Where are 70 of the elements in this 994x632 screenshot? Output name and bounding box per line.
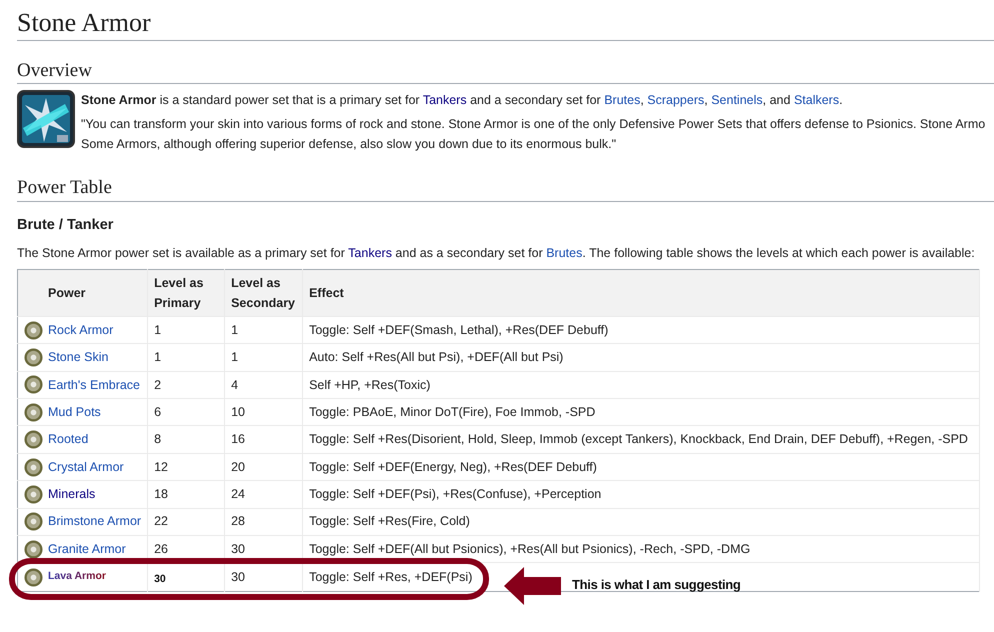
power-icon	[24, 430, 43, 450]
table-cell: 2	[148, 371, 225, 399]
table-cell: Toggle: PBAoE, Minor DoT(Fire), Foe Immob, -SPD	[302, 398, 980, 426]
table-cell: 18	[148, 480, 225, 508]
link[interactable]: Tankers	[422, 93, 467, 108]
table-cell: Toggle: Self +Res(Fire, Cold)	[302, 508, 980, 536]
table-cell: 12	[148, 453, 225, 481]
table-cell: 6	[148, 398, 225, 426]
table-cell: 8	[148, 426, 225, 454]
link[interactable]: Sentinels	[711, 93, 763, 108]
power-link[interactable]: Earth's Embrace	[48, 376, 140, 394]
table-cell: 24	[224, 480, 303, 508]
power-icon	[24, 512, 43, 532]
link[interactable]: Brutes	[546, 246, 582, 260]
table-cell: Self +HP, +Res(Toxic)	[302, 371, 980, 399]
annotation-text: This is what I am suggesting	[572, 576, 741, 594]
table-cell: Toggle: Self +DEF(Psi), +Res(Confuse), +Perception	[302, 480, 980, 508]
power-link[interactable]: Minerals	[48, 485, 96, 504]
table-cell: Toggle: Self +DEF(Energy, Neg), +Res(DEF Debuff)	[302, 453, 980, 481]
section-heading: Overview	[17, 58, 92, 83]
quote-line: "You can transform your skin into various forms of rock and stone. Stone Armor is one of the only Defensive Power Sets that offers defense to Psionics. Stone Armo	[81, 116, 986, 134]
power-link[interactable]: Stone Skin	[48, 348, 108, 367]
power-icon	[24, 348, 43, 367]
link[interactable]: Stalkers	[794, 93, 840, 108]
table-cell: Toggle: Self +DEF(Smash, Lethal), +Res(DEF Debuff)	[302, 316, 980, 344]
power-icon	[24, 458, 43, 477]
table-cell: 26	[148, 536, 225, 563]
power-icon	[24, 568, 43, 587]
power-link[interactable]: Rooted	[48, 430, 88, 450]
power-link[interactable]: Granite Armor	[48, 540, 126, 559]
table-cell: 30	[148, 562, 225, 592]
arrow-icon	[504, 566, 562, 606]
subsection-heading: Brute / Tanker	[17, 217, 114, 235]
table-cell: 1	[148, 344, 225, 372]
table-cell: 1	[148, 316, 225, 344]
column-header: Effect	[302, 269, 980, 316]
table-cell: 28	[224, 508, 303, 536]
table-cell: 22	[148, 508, 225, 536]
table-cell: Toggle: Self +Res(Disorient, Hold, Sleep, Immob (except Tankers), Knockback, End Drain, DEF Debuff), +Regen, -SPD	[302, 426, 980, 454]
column-header: Level as Secondary	[224, 269, 303, 316]
column-header: Power	[18, 269, 148, 316]
table-cell: Auto: Self +Res(All but Psi), +DEF(All but Psi)	[302, 344, 980, 372]
link[interactable]: Brutes	[604, 93, 640, 108]
table-description: The Stone Armor power set is available as a primary set for Tankers and as a secondary set for Brutes. The following table shows the levels at which each power is available:	[17, 244, 976, 262]
table-cell: 4	[224, 371, 303, 399]
link[interactable]: Tankers	[348, 246, 392, 260]
column-header: Level as Primary	[148, 269, 225, 316]
power-icon	[24, 484, 43, 504]
power-icon	[24, 375, 43, 394]
power-icon	[24, 320, 43, 340]
power-link[interactable]: Rock Armor	[48, 320, 114, 340]
table-cell: 10	[224, 398, 303, 426]
power-link[interactable]: Mud Pots	[48, 402, 101, 422]
section-heading: Power Table	[17, 176, 112, 200]
quote-line: Some Armors, although offering superior defense, also slow you down due to its enormous bulk."	[81, 136, 618, 154]
link[interactable]: Scrappers	[647, 93, 704, 108]
intro-paragraph: Stone Armor is a standard power set that is a primary set for Tankers and a secondary set for Brutes, Scrappers, Sentinels, and Stalkers.	[81, 92, 844, 110]
table-cell: 16	[224, 426, 303, 454]
power-icon	[24, 540, 43, 559]
power-link[interactable]: Brimstone Armor	[48, 512, 142, 532]
page-title: Stone Armor	[17, 7, 151, 39]
table-cell: 20	[224, 453, 303, 481]
power-icon	[24, 402, 43, 422]
table-cell: 1	[224, 316, 303, 344]
set-icon	[17, 90, 75, 148]
table-cell: 1	[224, 344, 303, 372]
table-cell: 30	[224, 562, 303, 592]
power-link[interactable]: Crystal Armor	[48, 458, 124, 476]
table-cell: 30	[224, 536, 303, 563]
table-cell: Toggle: Self +DEF(All but Psionics), +Res(All but Psionics), -Rech, -SPD, -DMG	[302, 536, 980, 563]
